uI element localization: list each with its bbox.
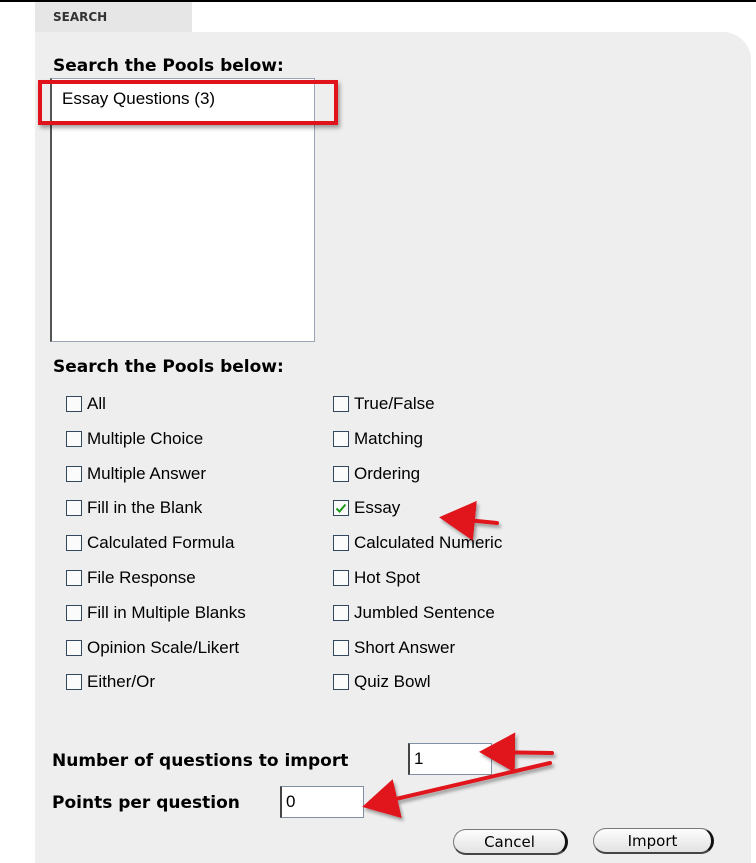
fill-in-multiple-blanks-label: Fill in Multiple Blanks <box>87 603 246 622</box>
checkbox-row-quiz-bowl[interactable]: Quiz Bowl <box>333 670 431 694</box>
points-per-question-label: Points per question <box>52 793 240 813</box>
checkbox-row-multiple-answer[interactable]: Multiple Answer <box>66 462 206 486</box>
either-or-label: Either/Or <box>87 672 156 691</box>
fill-in-the-blank-label: Fill in the Blank <box>87 498 203 517</box>
num-questions-input[interactable] <box>408 743 492 775</box>
multiple-answer-checkbox[interactable] <box>66 466 82 482</box>
checkbox-row-multiple-choice[interactable]: Multiple Choice <box>66 427 203 451</box>
checkbox-row-short-answer[interactable]: Short Answer <box>333 636 455 660</box>
hot-spot-label: Hot Spot <box>354 568 421 587</box>
quiz-bowl-checkbox[interactable] <box>333 674 349 690</box>
checkbox-row-calculated-formula[interactable]: Calculated Formula <box>66 531 234 555</box>
checkbox-row-calculated-numeric[interactable]: Calculated Numeric <box>333 531 502 555</box>
matching-checkbox[interactable] <box>333 431 349 447</box>
tab-search[interactable]: SEARCH <box>35 2 192 32</box>
jumbled-sentence-label: Jumbled Sentence <box>354 603 495 622</box>
calculated-numeric-label: Calculated Numeric <box>354 533 503 552</box>
multiple-answer-label: Multiple Answer <box>87 464 207 483</box>
points-per-question-input[interactable] <box>280 786 364 818</box>
file-response-checkbox[interactable] <box>66 570 82 586</box>
fill-in-multiple-blanks-checkbox[interactable] <box>66 605 82 621</box>
checkbox-row-all[interactable]: All <box>66 392 106 416</box>
checkbox-row-hot-spot[interactable]: Hot Spot <box>333 566 420 590</box>
annotation-highlight-box <box>38 80 338 125</box>
true-false-label: True/False <box>354 394 435 413</box>
either-or-checkbox[interactable] <box>66 674 82 690</box>
checkbox-row-jumbled-sentence[interactable]: Jumbled Sentence <box>333 601 495 625</box>
checkbox-row-fill-in-the-blank[interactable]: Fill in the Blank <box>66 496 202 520</box>
checkbox-row-essay[interactable]: Essay <box>333 496 400 520</box>
checkbox-row-opinion-scale-likert[interactable]: Opinion Scale/Likert <box>66 636 239 660</box>
pools-heading: Search the Pools below: <box>53 56 284 76</box>
import-button[interactable]: Import <box>593 828 714 854</box>
checkbox-row-true-false[interactable]: True/False <box>333 392 435 416</box>
short-answer-label: Short Answer <box>354 638 456 657</box>
jumbled-sentence-checkbox[interactable] <box>333 605 349 621</box>
opinion-scale-likert-label: Opinion Scale/Likert <box>87 638 240 657</box>
essay-label: Essay <box>354 498 401 517</box>
ordering-label: Ordering <box>354 464 421 483</box>
num-questions-label: Number of questions to import <box>52 751 349 771</box>
checkbox-row-ordering[interactable]: Ordering <box>333 462 420 486</box>
checkbox-row-either-or[interactable]: Either/Or <box>66 670 155 694</box>
calculated-numeric-checkbox[interactable] <box>333 535 349 551</box>
calculated-formula-checkbox[interactable] <box>66 535 82 551</box>
question-types-heading: Search the Pools below: <box>53 357 284 377</box>
multiple-choice-checkbox[interactable] <box>66 431 82 447</box>
fill-in-the-blank-checkbox[interactable] <box>66 500 82 516</box>
hot-spot-checkbox[interactable] <box>333 570 349 586</box>
matching-label: Matching <box>354 429 423 448</box>
multiple-choice-label: Multiple Choice <box>87 429 204 448</box>
calculated-formula-label: Calculated Formula <box>87 533 235 552</box>
all-label: All <box>87 394 106 413</box>
essay-checkbox[interactable] <box>333 500 349 516</box>
all-checkbox[interactable] <box>66 396 82 412</box>
cancel-button[interactable]: Cancel <box>453 829 568 855</box>
quiz-bowl-label: Quiz Bowl <box>354 672 431 691</box>
true-false-checkbox[interactable] <box>333 396 349 412</box>
file-response-label: File Response <box>87 568 196 587</box>
checkbox-row-matching[interactable]: Matching <box>333 427 423 451</box>
checkbox-row-file-response[interactable]: File Response <box>66 566 196 590</box>
opinion-scale-likert-checkbox[interactable] <box>66 640 82 656</box>
short-answer-checkbox[interactable] <box>333 640 349 656</box>
ordering-checkbox[interactable] <box>333 466 349 482</box>
checkbox-row-fill-in-multiple-blanks[interactable]: Fill in Multiple Blanks <box>66 601 246 625</box>
